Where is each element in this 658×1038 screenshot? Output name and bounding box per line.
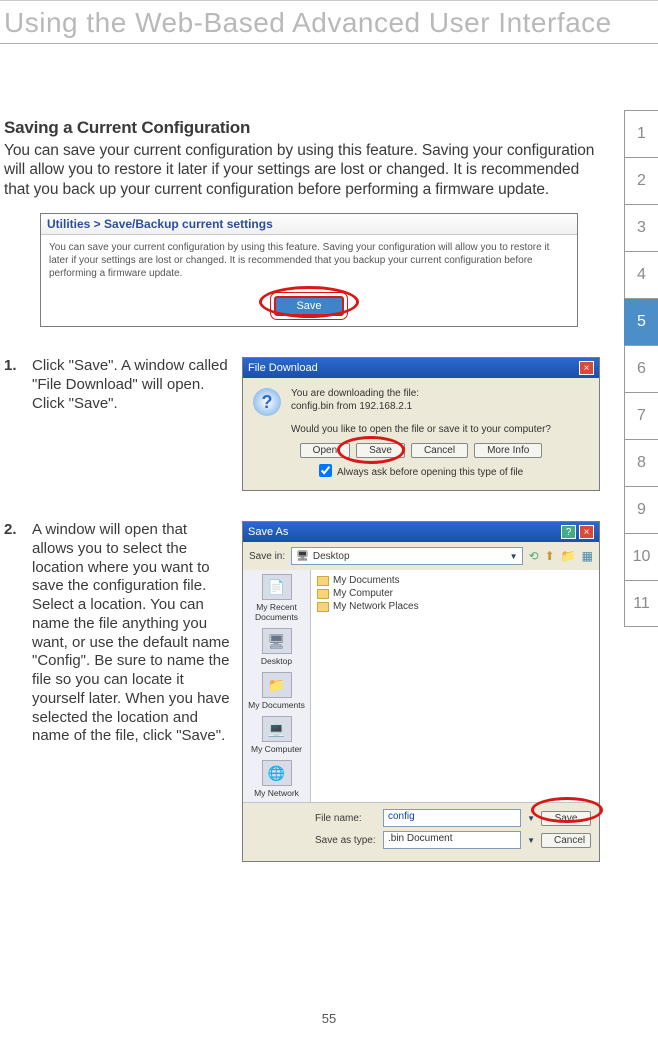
utilities-panel-title: Utilities > Save/Backup current settings	[41, 214, 577, 235]
place-mydocs[interactable]: 📁My Documents	[245, 672, 308, 710]
place-desktop[interactable]: 🖥Desktop	[245, 628, 308, 666]
file-download-titlebar: File Download ×	[243, 358, 599, 378]
place-mycomputer[interactable]: 💻My Computer	[245, 716, 308, 754]
section-tab-3[interactable]: 3	[624, 204, 658, 251]
section-body: You can save your current configuration …	[4, 141, 600, 199]
section-tab-11[interactable]: 11	[624, 580, 658, 627]
desktop-icon: 🖥	[296, 551, 309, 562]
folder-icon	[317, 602, 329, 612]
utilities-panel: Utilities > Save/Backup current settings…	[40, 213, 578, 327]
places-bar: 📄My Recent Documents 🖥Desktop 📁My Docume…	[243, 570, 311, 802]
list-item[interactable]: My Documents	[317, 574, 593, 587]
always-ask-checkbox[interactable]	[319, 464, 332, 477]
new-folder-icon[interactable]: 📁	[561, 549, 576, 563]
list-item-label: My Network Places	[333, 601, 419, 612]
help-icon[interactable]: ?	[561, 525, 576, 539]
up-icon[interactable]: ⬆	[545, 549, 555, 563]
section-heading: Saving a Current Configuration	[4, 118, 600, 138]
close-icon[interactable]: ×	[579, 361, 594, 375]
section-tab-4[interactable]: 4	[624, 251, 658, 298]
file-listing[interactable]: My Documents My Computer My Network Plac…	[311, 570, 599, 802]
file-name-label: File name:	[315, 813, 377, 824]
place-label: Desktop	[261, 656, 292, 666]
place-label: My Computer	[251, 744, 302, 754]
save-button[interactable]: Save	[356, 443, 405, 458]
more-info-button[interactable]: More Info	[474, 443, 542, 458]
section-tab-6[interactable]: 6	[624, 345, 658, 392]
save-in-value: Desktop	[313, 551, 350, 562]
save-type-dropdown[interactable]: .bin Document	[383, 831, 521, 849]
place-label: My Network	[254, 788, 299, 798]
folder-icon	[317, 589, 329, 599]
list-item-label: My Computer	[333, 588, 393, 599]
file-name-input[interactable]: config	[383, 809, 521, 827]
save-in-dropdown[interactable]: 🖥 Desktop ▼	[291, 547, 522, 565]
file-download-title-text: File Download	[248, 362, 318, 374]
open-button[interactable]: Open	[300, 443, 350, 458]
section-tab-2[interactable]: 2	[624, 157, 658, 204]
section-tab-9[interactable]: 9	[624, 486, 658, 533]
list-item-label: My Documents	[333, 575, 400, 586]
list-item[interactable]: My Network Places	[317, 600, 593, 613]
save-button[interactable]: Save	[541, 811, 591, 826]
utilities-save-button[interactable]: Save	[274, 296, 343, 316]
section-tab-1[interactable]: 1	[624, 110, 658, 157]
page-number: 55	[322, 1011, 336, 1026]
place-label: My Recent Documents	[255, 602, 298, 622]
save-as-title-text: Save As	[248, 526, 288, 538]
list-item[interactable]: My Computer	[317, 587, 593, 600]
fd-line1: You are downloading the file:	[291, 388, 419, 399]
save-as-titlebar: Save As ? ×	[243, 522, 599, 542]
cancel-button[interactable]: Cancel	[411, 443, 468, 458]
place-label: My Documents	[248, 700, 305, 710]
section-tab-7[interactable]: 7	[624, 392, 658, 439]
save-type-label: Save as type:	[315, 835, 377, 846]
question-icon: ?	[253, 388, 281, 416]
chevron-down-icon[interactable]: ▼	[527, 836, 535, 845]
always-ask-label: Always ask before opening this type of f…	[337, 467, 523, 478]
utilities-panel-body: You can save your current configuration …	[41, 235, 577, 292]
save-in-label: Save in:	[249, 551, 285, 562]
fd-line2: config.bin from 192.168.2.1	[291, 401, 419, 412]
back-icon[interactable]: ⟲	[529, 549, 539, 563]
step-number-1: 1.	[4, 357, 32, 374]
views-icon[interactable]: ▦	[582, 549, 593, 563]
section-tabs: 1 2 3 4 5 6 7 8 9 10 11	[624, 110, 658, 627]
save-as-dialog: Save As ? × Save in: 🖥 Desktop ▼ ⟲ ⬆ 📁 ▦	[242, 521, 600, 862]
step-text-2: A window will open that allows you to se…	[32, 521, 242, 746]
place-mynetwork[interactable]: 🌐My Network	[245, 760, 308, 798]
section-tab-8[interactable]: 8	[624, 439, 658, 486]
cancel-button[interactable]: Cancel	[541, 833, 591, 848]
section-tab-5[interactable]: 5	[624, 298, 658, 345]
file-download-dialog: File Download × ? You are downloading th…	[242, 357, 600, 491]
step-number-2: 2.	[4, 521, 32, 538]
fd-question: Would you like to open the file or save …	[291, 424, 589, 435]
step-text-1: Click "Save". A window called "File Down…	[32, 357, 242, 413]
place-recent[interactable]: 📄My Recent Documents	[245, 574, 308, 622]
close-icon[interactable]: ×	[579, 525, 594, 539]
page-title: Using the Web-Based Advanced User Interf…	[0, 1, 658, 44]
folder-icon	[317, 576, 329, 586]
chevron-down-icon[interactable]: ▼	[527, 814, 535, 823]
chevron-down-icon: ▼	[510, 552, 518, 561]
section-tab-10[interactable]: 10	[624, 533, 658, 580]
